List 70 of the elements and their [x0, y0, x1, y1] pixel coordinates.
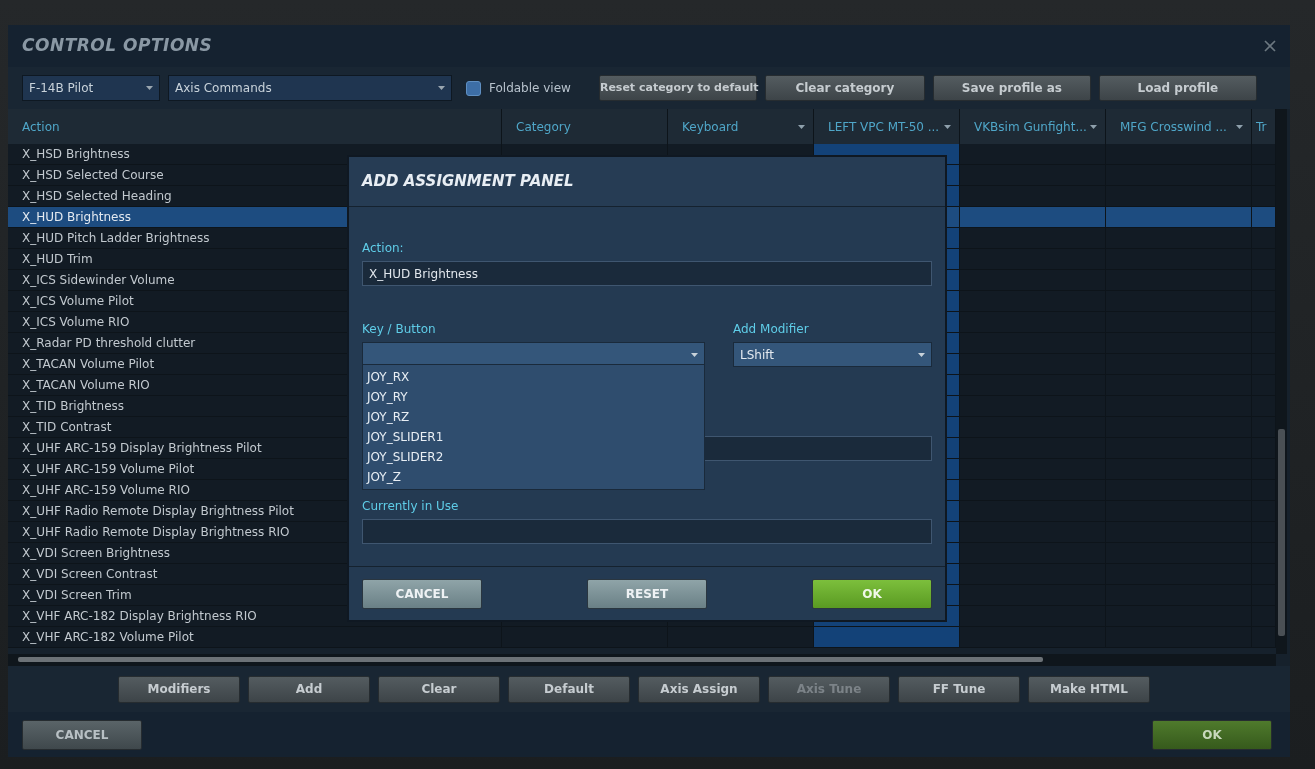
toolbar-button[interactable]: Load profile: [1098, 75, 1257, 101]
table-cell[interactable]: [960, 312, 1106, 333]
table-cell[interactable]: [960, 564, 1106, 585]
field-label: Currently in Use: [362, 498, 460, 515]
table-cell[interactable]: [960, 627, 1106, 648]
table-cell[interactable]: [1106, 228, 1252, 249]
toolbar-button[interactable]: Clear category: [764, 75, 925, 101]
table-cell[interactable]: [1252, 186, 1276, 207]
table-cell[interactable]: [960, 291, 1106, 312]
checkbox-label: Foldable view: [489, 80, 571, 97]
caret-icon: [918, 352, 925, 357]
scroll-thumb[interactable]: [1278, 429, 1285, 636]
caret-icon: [1236, 124, 1243, 129]
table-cell[interactable]: [960, 228, 1106, 249]
caret-icon: [1090, 124, 1097, 129]
table-cell[interactable]: [960, 438, 1106, 459]
table-cell[interactable]: [1252, 144, 1276, 165]
table-cell[interactable]: [960, 396, 1106, 417]
caret-icon: [146, 86, 153, 90]
table-cell[interactable]: [960, 585, 1106, 606]
caret-icon: [691, 352, 698, 357]
table-cell[interactable]: [960, 480, 1106, 501]
action-button[interactable]: Modifiers: [118, 675, 240, 703]
caret-icon: [798, 124, 805, 129]
table-cell[interactable]: [960, 606, 1106, 627]
ok-button[interactable]: OK: [1152, 719, 1272, 750]
field-label: Add Modifier: [733, 321, 810, 338]
table-cell[interactable]: [960, 375, 1106, 396]
scroll-thumb[interactable]: [18, 657, 1043, 662]
checkbox[interactable]: [466, 80, 481, 96]
action-button[interactable]: Make HTML: [1028, 675, 1150, 703]
table-cell[interactable]: [960, 543, 1106, 564]
caret-icon: [438, 86, 445, 90]
action-button[interactable]: Axis Assign: [638, 675, 760, 703]
table-cell[interactable]: [960, 522, 1106, 543]
table-cell[interactable]: [960, 270, 1106, 291]
table-cell[interactable]: [1106, 186, 1252, 207]
horizontal-scrollbar[interactable]: [8, 654, 1276, 666]
vertical-scrollbar[interactable]: [1276, 109, 1287, 654]
table-cell[interactable]: [960, 165, 1106, 186]
table-cell[interactable]: [960, 144, 1106, 165]
action-button[interactable]: Default: [508, 675, 630, 703]
caret-icon: [944, 124, 951, 129]
table-cell[interactable]: [1106, 144, 1252, 165]
category-select[interactable]: Axis Commands: [168, 75, 452, 101]
cancel-button[interactable]: CANCEL: [22, 719, 142, 750]
toolbar-button[interactable]: Reset category to default: [598, 75, 757, 101]
action-button[interactable]: Clear: [378, 675, 500, 703]
table-cell[interactable]: [1252, 207, 1276, 228]
toolbar-button[interactable]: Save profile as: [932, 75, 1091, 101]
table-cell[interactable]: [960, 186, 1106, 207]
table-cell[interactable]: [960, 249, 1106, 270]
table-cell[interactable]: [960, 501, 1106, 522]
window-title: CONTROL OPTIONS: [22, 34, 213, 58]
table-cell[interactable]: [960, 417, 1106, 438]
table-cell[interactable]: [814, 627, 960, 648]
modifier-select[interactable]: LShift: [733, 342, 932, 367]
action-button[interactable]: FF Tune: [898, 675, 1020, 703]
table-cell[interactable]: [960, 333, 1106, 354]
close-icon[interactable]: [1264, 40, 1276, 52]
table-cell[interactable]: [960, 207, 1106, 228]
aircraft-select[interactable]: F-14B Pilot: [22, 75, 160, 101]
action-field[interactable]: X_HUD Brightness: [362, 261, 932, 286]
table-cell[interactable]: [1106, 207, 1252, 228]
table-cell[interactable]: [1252, 228, 1276, 249]
action-button[interactable]: Add: [248, 675, 370, 703]
table-cell[interactable]: [960, 459, 1106, 480]
table-cell[interactable]: [668, 627, 814, 648]
action-cell[interactable]: X_VHF ARC-182 Volume Pilot: [8, 627, 502, 648]
table-cell[interactable]: [960, 354, 1106, 375]
